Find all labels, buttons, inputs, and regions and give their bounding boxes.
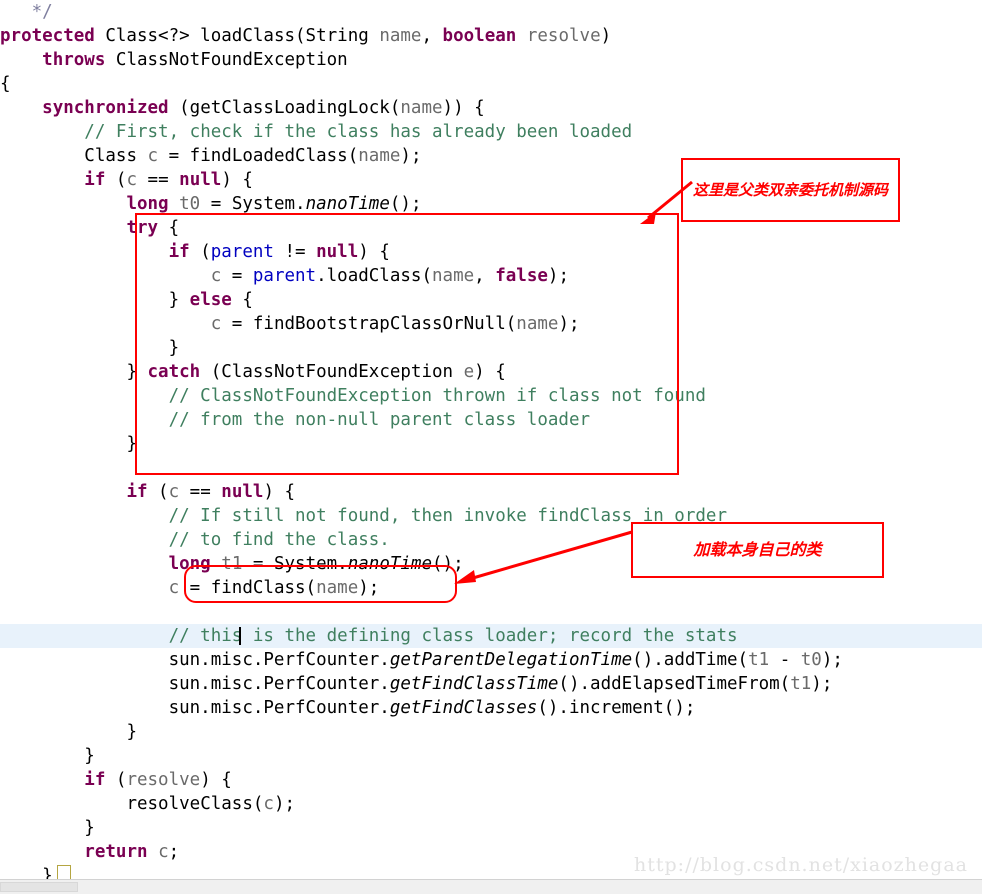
code-line[interactable]: // First, check if the class has already… — [0, 120, 982, 144]
code-line[interactable] — [0, 600, 982, 624]
annotation-note-find-class: 加载本身自己的类 — [631, 522, 884, 578]
watermark: http://blog.csdn.net/xiaozhegaa — [634, 854, 968, 876]
code-line[interactable]: synchronized (getClassLoadingLock(name))… — [0, 96, 982, 120]
code-line[interactable]: resolveClass(c); — [0, 792, 982, 816]
code-token-javadoc-end: */ — [10, 2, 53, 22]
annotation-note-parent-delegation-text: 这里是父类双亲委托机制源码 — [692, 180, 888, 199]
text-caret — [239, 627, 241, 645]
annotation-note-parent-delegation: 这里是父类双亲委托机制源码 — [681, 158, 900, 222]
code-line[interactable]: } — [0, 720, 982, 744]
code-line[interactable]: if (resolve) { — [0, 768, 982, 792]
code-line[interactable]: throws ClassNotFoundException — [0, 48, 982, 72]
code-line-current[interactable]: // this is the defining class loader; re… — [0, 624, 982, 648]
annotation-arrow-find-class — [454, 530, 633, 584]
code-line[interactable]: if (c == null) { — [0, 480, 982, 504]
code-line[interactable]: sun.misc.PerfCounter.getParentDelegation… — [0, 648, 982, 672]
code-line[interactable]: protected Class<?> loadClass(String name… — [0, 24, 982, 48]
annotation-note-find-class-text: 加载本身自己的类 — [693, 540, 822, 559]
code-line[interactable]: } — [0, 816, 982, 840]
annotation-rect-find-class — [184, 565, 457, 603]
code-line[interactable]: sun.misc.PerfCounter.getFindClasses().in… — [0, 696, 982, 720]
code-line[interactable]: */ — [0, 0, 982, 24]
horizontal-scrollbar-thumb[interactable] — [0, 882, 78, 892]
code-line[interactable]: sun.misc.PerfCounter.getFindClassTime().… — [0, 672, 982, 696]
horizontal-scrollbar[interactable] — [0, 879, 982, 894]
annotation-rect-parent-delegation — [135, 213, 679, 475]
code-line[interactable]: } — [0, 744, 982, 768]
code-line[interactable]: { — [0, 72, 982, 96]
